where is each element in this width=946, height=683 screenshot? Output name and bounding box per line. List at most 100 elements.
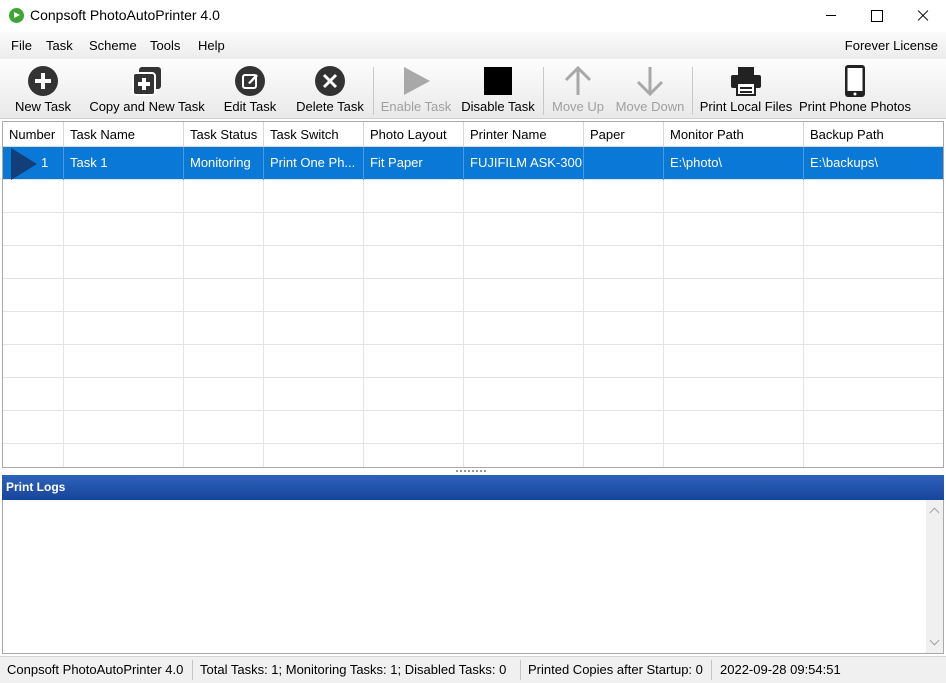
- menu-scheme[interactable]: Scheme: [89, 38, 137, 53]
- print-phone-photos-button[interactable]: Print Phone Photos: [798, 59, 912, 119]
- arrow-up-icon: [564, 65, 592, 95]
- empty-cell: [264, 411, 364, 444]
- title-bar: Conpsoft PhotoAutoPrinter 4.0: [0, 0, 946, 32]
- license-label: Forever License: [844, 38, 938, 53]
- column-header-paper[interactable]: Paper: [584, 122, 664, 147]
- empty-cell: [464, 345, 584, 378]
- column-header-number[interactable]: Number: [3, 122, 64, 147]
- empty-cell: [264, 345, 364, 378]
- menu-file[interactable]: File: [11, 38, 32, 53]
- empty-cell: [584, 279, 664, 312]
- delete-task-button[interactable]: Delete Task: [290, 59, 370, 119]
- empty-cell: [664, 312, 804, 345]
- copy-and-new-task-label: Copy and New Task: [89, 99, 205, 114]
- empty-cell: [464, 213, 584, 246]
- empty-cell: [364, 180, 464, 213]
- empty-cell: [804, 345, 943, 378]
- scroll-up-arrow-icon[interactable]: [930, 506, 939, 515]
- print-logs-area[interactable]: [2, 500, 944, 654]
- empty-cell: [664, 213, 804, 246]
- toolbar-separator: [692, 67, 693, 115]
- print-local-files-label: Print Local Files: [699, 99, 793, 114]
- print-local-files-button[interactable]: Print Local Files: [698, 59, 794, 119]
- cell-photo-layout: Fit Paper: [364, 147, 464, 180]
- enable-task-button[interactable]: Enable Task: [376, 59, 456, 119]
- empty-cell: [64, 444, 184, 467]
- empty-cell: [3, 345, 64, 378]
- status-task-counts: Total Tasks: 1; Monitoring Tasks: 1; Dis…: [200, 662, 507, 677]
- menu-help[interactable]: Help: [198, 38, 225, 53]
- empty-cell: [584, 378, 664, 411]
- column-header-printer-name[interactable]: Printer Name: [464, 122, 584, 147]
- cell-backup-path: E:\backups\: [810, 155, 878, 170]
- status-app-name: Conpsoft PhotoAutoPrinter 4.0: [7, 662, 184, 677]
- empty-cell: [64, 213, 184, 246]
- empty-cell: [3, 312, 64, 345]
- table-row[interactable]: 1 Task 1 Monitoring Print One Ph... Fit …: [3, 147, 943, 180]
- empty-cell: [264, 279, 364, 312]
- window-title: Conpsoft PhotoAutoPrinter 4.0: [30, 7, 220, 23]
- empty-cell: [664, 345, 804, 378]
- empty-cell: [664, 180, 804, 213]
- plus-circle-icon: [28, 66, 58, 96]
- empty-table-row: [3, 312, 943, 345]
- column-header-backup-path[interactable]: Backup Path: [804, 122, 943, 147]
- empty-cell: [364, 411, 464, 444]
- empty-cell: [64, 180, 184, 213]
- move-down-button[interactable]: Move Down: [612, 59, 688, 119]
- menu-task[interactable]: Task: [46, 38, 73, 53]
- cell-task-status: Monitoring: [184, 147, 264, 180]
- close-button[interactable]: [900, 0, 946, 32]
- edit-task-label: Edit Task: [223, 99, 277, 114]
- empty-cell: [3, 213, 64, 246]
- empty-cell: [464, 279, 584, 312]
- splitter-handle[interactable]: [456, 470, 486, 473]
- print-phone-photos-label: Print Phone Photos: [798, 99, 912, 114]
- grid-header: Number Task Name Task Status Task Switch…: [3, 122, 943, 147]
- empty-cell: [364, 312, 464, 345]
- empty-cell: [364, 279, 464, 312]
- empty-cell: [584, 345, 664, 378]
- column-header-photo-layout[interactable]: Photo Layout: [364, 122, 464, 147]
- move-up-button[interactable]: Move Up: [546, 59, 610, 119]
- new-task-button[interactable]: New Task: [8, 59, 78, 119]
- stop-icon: [484, 67, 512, 95]
- column-header-task-status[interactable]: Task Status: [184, 122, 264, 147]
- task-grid[interactable]: Number Task Name Task Status Task Switch…: [2, 121, 944, 468]
- maximize-button[interactable]: [853, 0, 899, 32]
- cell-monitor-path: E:\photo\: [664, 147, 804, 180]
- empty-cell: [804, 180, 943, 213]
- logs-scrollbar[interactable]: [926, 500, 943, 653]
- empty-cell: [804, 444, 943, 467]
- status-divider: [192, 660, 193, 680]
- empty-cell: [364, 444, 464, 467]
- copy-and-new-task-button[interactable]: Copy and New Task: [84, 59, 210, 119]
- column-header-task-switch[interactable]: Task Switch: [264, 122, 364, 147]
- empty-cell: [804, 378, 943, 411]
- empty-cell: [64, 378, 184, 411]
- empty-table-row: [3, 444, 943, 467]
- empty-table-row: [3, 213, 943, 246]
- menu-tools[interactable]: Tools: [150, 38, 180, 53]
- empty-cell: [64, 345, 184, 378]
- status-divider: [711, 660, 712, 680]
- column-header-monitor-path[interactable]: Monitor Path: [664, 122, 804, 147]
- disable-task-button[interactable]: Disable Task: [458, 59, 538, 119]
- empty-cell: [264, 213, 364, 246]
- edit-task-button[interactable]: Edit Task: [216, 59, 284, 119]
- move-up-label: Move Up: [551, 99, 605, 114]
- empty-cell: [184, 246, 264, 279]
- empty-table-row: [3, 279, 943, 312]
- empty-cell: [464, 444, 584, 467]
- empty-cell: [584, 312, 664, 345]
- empty-cell: [804, 213, 943, 246]
- empty-cell: [804, 312, 943, 345]
- scroll-down-arrow-icon[interactable]: [930, 638, 939, 647]
- empty-cell: [3, 444, 64, 467]
- empty-cell: [364, 213, 464, 246]
- column-header-task-name[interactable]: Task Name: [64, 122, 184, 147]
- delete-task-label: Delete Task: [296, 99, 364, 114]
- empty-cell: [664, 444, 804, 467]
- minimize-button[interactable]: [807, 0, 853, 32]
- enable-task-label: Enable Task: [380, 99, 452, 114]
